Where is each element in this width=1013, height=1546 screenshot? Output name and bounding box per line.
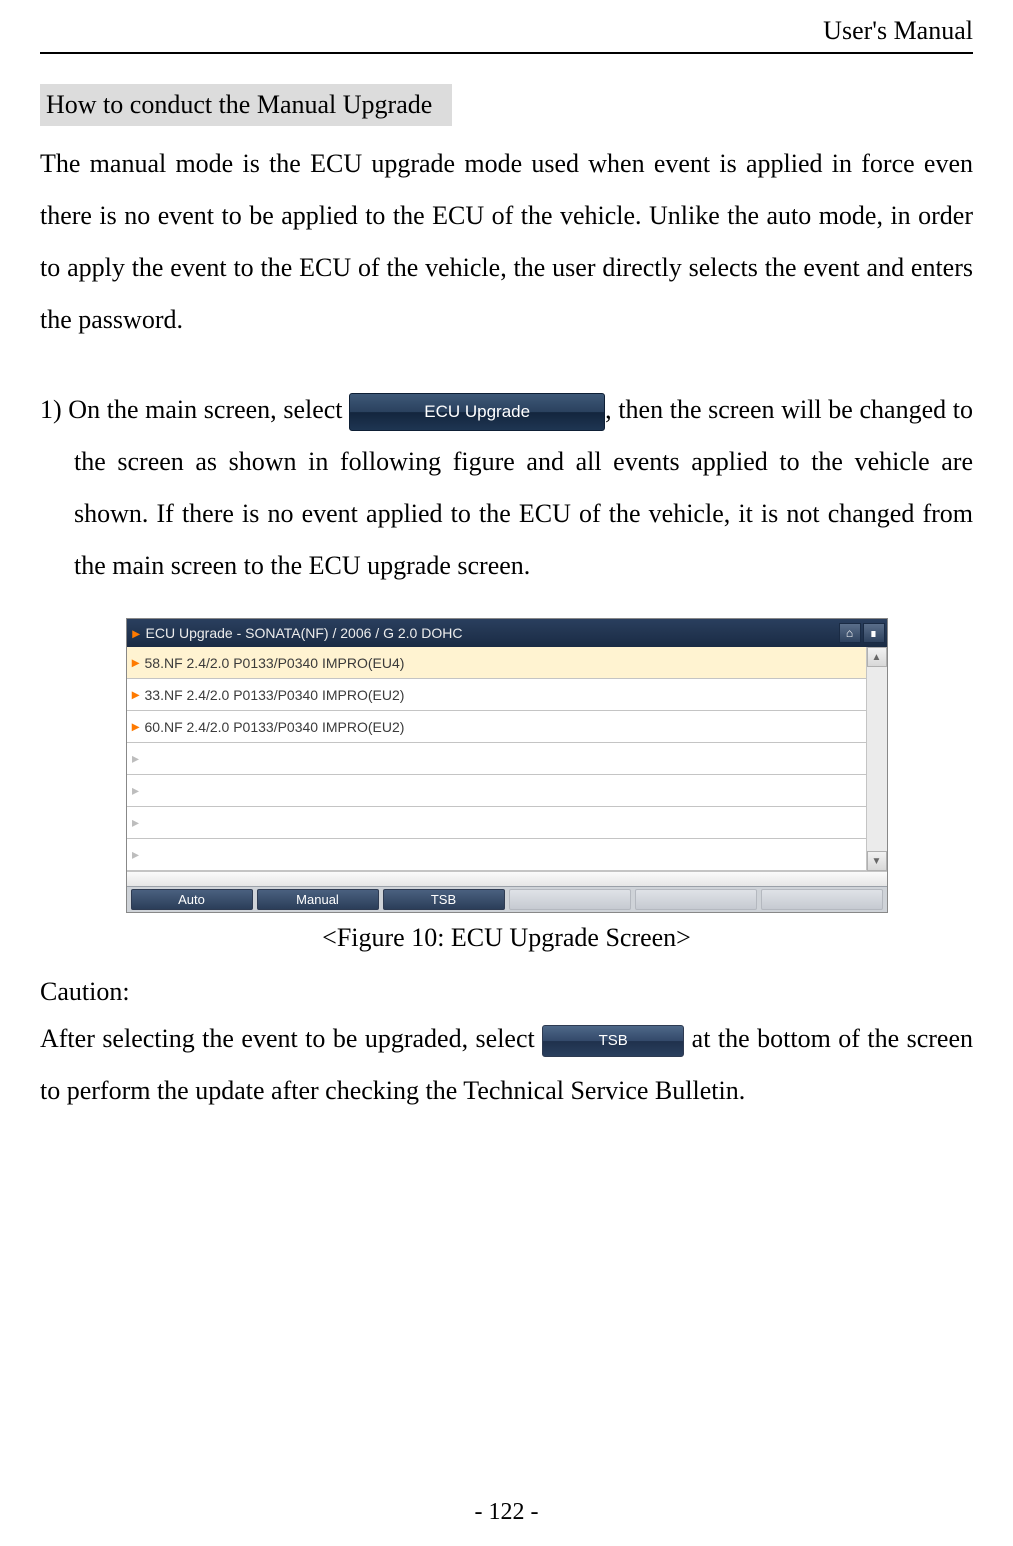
titlebar-arrow-icon: ▸ (127, 625, 146, 642)
tab-empty (509, 889, 631, 910)
tab-auto[interactable]: Auto (131, 889, 253, 910)
tab-empty (761, 889, 883, 910)
page-number: - 122 - (0, 1499, 1013, 1526)
tab-empty (635, 889, 757, 910)
event-row-empty: ▸ (127, 839, 866, 871)
window-title: ECU Upgrade - SONATA(NF) / 2006 / G 2.0 … (146, 625, 839, 641)
event-list: ▸ 58.NF 2.4/2.0 P0133/P0340 IMPRO(EU4) ▸… (127, 647, 866, 871)
event-label: 58.NF 2.4/2.0 P0133/P0340 IMPRO(EU4) (145, 655, 405, 671)
ecu-upgrade-window: ▸ ECU Upgrade - SONATA(NF) / 2006 / G 2.… (126, 618, 888, 913)
step-1: 1) On the main screen, select ECU Upgrad… (40, 384, 973, 592)
figure-caption: <Figure 10: ECU Upgrade Screen> (40, 923, 973, 953)
header-rule (40, 52, 973, 54)
event-row-empty: ▸ (127, 775, 866, 807)
caution-pre-text: After selecting the event to be upgraded… (40, 1024, 542, 1053)
caution-paragraph: After selecting the event to be upgraded… (40, 1013, 973, 1117)
ecu-upgrade-button[interactable]: ECU Upgrade (349, 393, 605, 431)
close-icon[interactable]: ∎ (863, 623, 885, 643)
row-arrow-icon: ▸ (131, 654, 141, 671)
scrollbar[interactable]: ▲ ▼ (866, 647, 887, 871)
bottom-tab-bar: Auto Manual TSB (127, 886, 887, 912)
event-label: 60.NF 2.4/2.0 P0133/P0340 IMPRO(EU2) (145, 719, 405, 735)
row-arrow-icon: ▸ (131, 718, 141, 735)
event-row[interactable]: ▸ 58.NF 2.4/2.0 P0133/P0340 IMPRO(EU4) (127, 647, 866, 679)
status-bar (127, 871, 887, 886)
caution-heading: Caution: (40, 977, 973, 1007)
event-row[interactable]: ▸ 33.NF 2.4/2.0 P0133/P0340 IMPRO(EU2) (127, 679, 866, 711)
home-icon[interactable]: ⌂ (839, 623, 861, 643)
tab-tsb[interactable]: TSB (383, 889, 505, 910)
event-label: 33.NF 2.4/2.0 P0133/P0340 IMPRO(EU2) (145, 687, 405, 703)
window-titlebar: ▸ ECU Upgrade - SONATA(NF) / 2006 / G 2.… (127, 619, 887, 647)
event-row-empty: ▸ (127, 743, 866, 775)
intro-paragraph: The manual mode is the ECU upgrade mode … (40, 138, 973, 346)
scroll-track[interactable] (867, 667, 887, 851)
tsb-button[interactable]: TSB (542, 1025, 684, 1057)
step1-pre-text: 1) On the main screen, select (40, 395, 349, 424)
section-heading: How to conduct the Manual Upgrade (40, 84, 452, 126)
running-head: User's Manual (40, 16, 973, 46)
scroll-up-icon[interactable]: ▲ (867, 647, 887, 667)
event-row-empty: ▸ (127, 807, 866, 839)
scroll-down-icon[interactable]: ▼ (867, 851, 887, 871)
event-row[interactable]: ▸ 60.NF 2.4/2.0 P0133/P0340 IMPRO(EU2) (127, 711, 866, 743)
tab-manual[interactable]: Manual (257, 889, 379, 910)
row-arrow-icon: ▸ (131, 686, 141, 703)
